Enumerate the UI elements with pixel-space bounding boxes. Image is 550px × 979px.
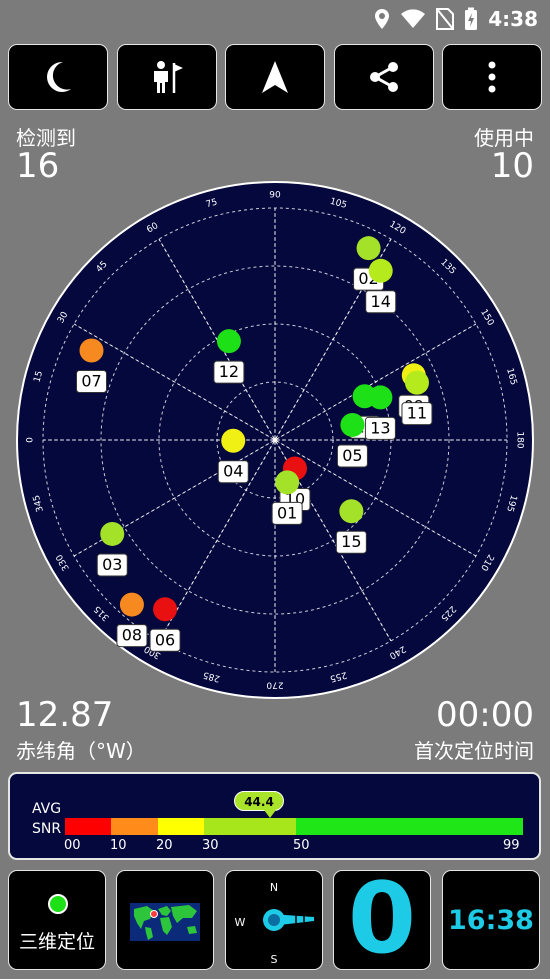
navigation-arrow-icon	[262, 61, 288, 93]
snr-tick: 20	[156, 838, 173, 853]
ttff-label: 首次定位时间	[414, 739, 534, 763]
snr-tick: 00	[64, 838, 81, 853]
moon-icon	[47, 61, 71, 92]
snr-segment-orange	[111, 818, 158, 835]
center-point	[273, 438, 277, 442]
azimuth-label: 180	[515, 431, 525, 448]
satellite-dot	[404, 370, 429, 395]
person-flag-icon	[154, 61, 183, 93]
snr-segment-lime	[204, 818, 296, 835]
snr-tick: 30	[202, 838, 219, 853]
world-map-button[interactable]	[116, 870, 214, 970]
more-options-button[interactable]	[442, 44, 542, 110]
ttff-value: 00:00	[436, 695, 534, 735]
night-mode-button[interactable]	[8, 44, 108, 110]
status-time: 4:38	[488, 7, 538, 31]
satellite-id: 11	[407, 404, 427, 423]
satellite-dot	[340, 412, 365, 437]
satellite-dot	[153, 597, 178, 622]
bottom-bar: 三维定位 N W S 0 16:38	[0, 868, 550, 974]
more-vertical-icon	[488, 61, 496, 93]
satellite-id: 01	[277, 503, 297, 522]
satellite-id: 08	[122, 626, 142, 645]
satellite-id: 07	[81, 372, 101, 391]
satellite-dot	[221, 428, 246, 453]
status-bar: 4:38	[0, 0, 550, 38]
toolbar	[8, 44, 542, 110]
person-flag-button[interactable]	[117, 44, 217, 110]
snr-tick: 50	[293, 838, 310, 853]
snr-segment-green	[296, 818, 523, 835]
azimuth-label: 0	[26, 437, 36, 443]
satellite-id: 15	[341, 532, 361, 551]
compass-button[interactable]: N W S	[225, 870, 323, 970]
satellite-id: 06	[155, 630, 175, 649]
snr-segment-red	[65, 818, 111, 835]
satellite-dot	[339, 499, 364, 524]
satellite-sky-view[interactable]: 0153045607590105120135150165180195210225…	[0, 178, 550, 702]
azimuth-label: 90	[269, 191, 281, 201]
no-sim-icon	[436, 8, 455, 30]
location-icon	[375, 9, 390, 29]
world-map-icon	[130, 903, 200, 941]
compass-s-label: S	[271, 953, 278, 966]
satellite-dot	[356, 236, 381, 261]
snr-tick: 10	[110, 838, 127, 853]
satellite-dot	[100, 521, 125, 546]
share-button[interactable]	[334, 44, 434, 110]
satellite-dot	[368, 258, 393, 283]
avg-snr-marker: 44.4	[234, 791, 284, 811]
compass-n-label: N	[270, 881, 278, 894]
fix-status-dot	[48, 894, 68, 914]
snr-panel: AVG SNR 44.4 00 10 20 30 50 99	[8, 772, 541, 860]
share-icon	[370, 62, 398, 92]
snr-scale-bar	[65, 818, 523, 835]
satellite-id: 03	[102, 555, 122, 574]
longitude-value: 12.87	[16, 695, 114, 735]
snr-tick: 99	[503, 838, 520, 853]
satellite-dot	[119, 592, 144, 617]
satellite-id: 14	[371, 292, 391, 311]
big-counter: 0	[347, 862, 417, 976]
compass-w-label: W	[235, 916, 246, 929]
azimuth-label: 270	[266, 680, 283, 690]
satellite-dot	[79, 338, 104, 363]
fix-type-label: 三维定位	[18, 931, 95, 953]
satellite-id: 12	[219, 362, 239, 381]
snr-segment-yellow	[158, 818, 204, 835]
navigation-button[interactable]	[225, 44, 325, 110]
battery-charging-icon	[465, 7, 478, 30]
satellite-dot	[216, 329, 241, 354]
satellite-id: 04	[223, 462, 243, 481]
snr-label: SNR	[32, 821, 62, 837]
satellite-dot	[368, 385, 393, 410]
satellite-id: 13	[370, 418, 390, 437]
avg-snr-pointer	[264, 810, 276, 818]
wifi-icon	[401, 9, 426, 28]
fix-type-button[interactable]: 三维定位	[8, 870, 106, 970]
clock-display: 16:38	[448, 905, 534, 936]
satellites-in-use-button[interactable]: 0	[333, 862, 431, 976]
satellite-dot	[275, 470, 300, 495]
clock-button[interactable]: 16:38	[442, 870, 540, 970]
avg-label: AVG	[32, 801, 62, 817]
satellite-id: 05	[342, 446, 362, 465]
longitude-label: 赤纬角（°W）	[16, 739, 146, 763]
compass-icon: N W S	[235, 881, 314, 966]
